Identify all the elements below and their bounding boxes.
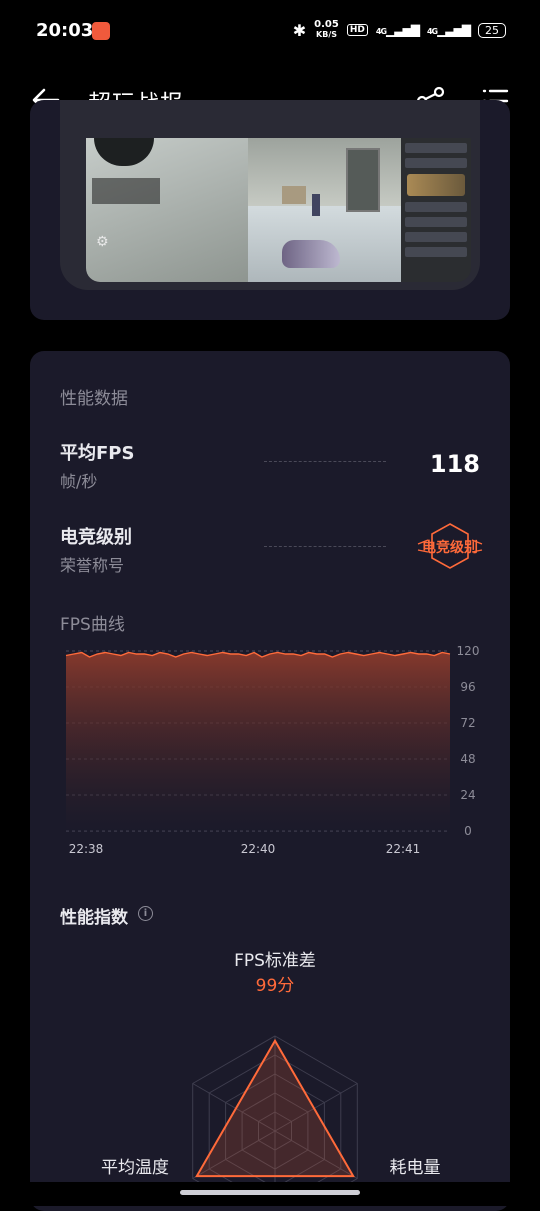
panel-row: [405, 158, 467, 168]
panel-row: [405, 217, 467, 227]
side-panel: [401, 138, 471, 282]
y-tick-label: 96: [460, 680, 475, 694]
avg-fps-value: 118: [429, 450, 480, 478]
esports-badge: 电竞级别: [422, 540, 478, 556]
y-tick-label: 72: [460, 716, 475, 730]
y-tick-label: 0: [464, 824, 472, 838]
radar-label-fps-std: FPS标准差: [234, 951, 316, 971]
home-indicator[interactable]: [180, 1190, 360, 1195]
avg-fps-label: 平均FPS: [60, 443, 135, 464]
dash-divider: [264, 546, 386, 547]
dash-divider: [264, 461, 386, 462]
radar-score-area: [195, 1038, 355, 1178]
scene-door: [346, 148, 380, 212]
game-mode-icon: [92, 22, 110, 40]
fps-curve-title: FPS曲线: [60, 615, 125, 635]
gear-icon: ⚙: [96, 234, 109, 250]
performance-card: 性能数据 平均FPS 帧/秒 118 电竞级别 荣誉称号 电竞级别 FPS曲线 …: [30, 351, 510, 1211]
radar-score-fps-std: 99分: [255, 976, 295, 996]
radar-label-power: 耗电量: [389, 1158, 441, 1178]
performance-radar-chart: [192, 1035, 358, 1191]
status-bar: 20:03 ✱ 0.05 KB/S HD 4G▁▃▅▇ 4G▁▃▅▇ 25: [0, 0, 540, 62]
y-tick-label: 48: [460, 752, 475, 766]
x-tick-label: 22:38: [69, 842, 104, 856]
gameplay-screenshot[interactable]: ⚙: [86, 138, 471, 282]
fps-chart: 120 96 72 48 24 0 22:38 22:40 22:41: [65, 644, 480, 856]
panel-row: [405, 232, 467, 242]
avg-fps-unit: 帧/秒: [60, 472, 98, 491]
esports-sub: 荣誉称号: [60, 556, 125, 575]
signal-1: 4G▁▃▅▇: [375, 23, 420, 37]
weapon-image: [407, 174, 465, 196]
y-tick-label: 24: [460, 788, 475, 802]
scene-player: [282, 240, 340, 268]
panel-row: [405, 143, 467, 153]
signal-1-label: 4G: [375, 27, 387, 36]
bluetooth-icon: ✱: [292, 20, 307, 40]
screenshot-card: ⚙: [30, 100, 510, 320]
x-tick-label: 22:40: [241, 842, 276, 856]
hd-badge: HD: [346, 24, 368, 36]
esports-label: 电竞级别: [60, 527, 132, 548]
network-speed-value: 0.05: [314, 19, 339, 30]
section-title: 性能数据: [60, 389, 128, 409]
kill-feed: [92, 178, 160, 204]
panel-row: [405, 247, 467, 257]
perf-index-title: 性能指数: [60, 908, 128, 928]
signal-2: 4G▁▃▅▇: [426, 23, 471, 37]
panel-row: [405, 202, 467, 212]
x-tick-label: 22:41: [386, 842, 421, 856]
fps-area: [66, 652, 450, 831]
status-time: 20:03: [36, 20, 94, 41]
scene-crate: [282, 186, 306, 204]
network-speed: 0.05 KB/S: [314, 20, 339, 40]
battery-icon: 25: [478, 22, 506, 38]
signal-2-label: 4G: [426, 27, 438, 36]
y-tick-label: 120: [457, 644, 480, 658]
status-indicators: ✱ 0.05 KB/S HD 4G▁▃▅▇ 4G▁▃▅▇ 25: [293, 20, 506, 40]
network-speed-unit: KB/S: [316, 30, 337, 39]
scene-enemy: [312, 194, 320, 216]
info-circle-icon[interactable]: i: [138, 906, 153, 921]
